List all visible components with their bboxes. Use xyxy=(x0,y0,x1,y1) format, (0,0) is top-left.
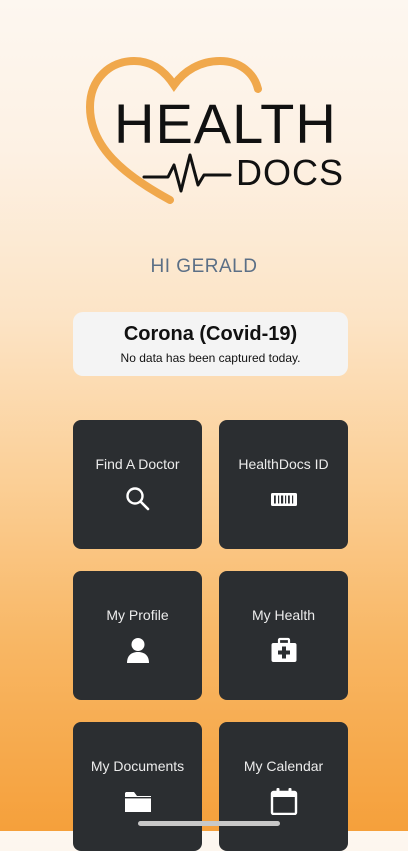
my-documents-button[interactable]: My Documents xyxy=(73,722,202,851)
folder-icon xyxy=(124,787,152,815)
medical-kit-icon xyxy=(270,636,298,664)
healthdocs-id-button[interactable]: HealthDocs ID xyxy=(219,420,348,549)
status-card-title: Corona (Covid-19) xyxy=(123,323,298,345)
id-card-icon xyxy=(270,485,298,513)
status-card-subtitle: No data has been captured today. xyxy=(120,351,301,365)
my-profile-button[interactable]: My Profile xyxy=(73,571,202,700)
user-greeting: HI GERALD xyxy=(150,256,258,277)
healthdocs-logo: HEALTH DOCS xyxy=(84,55,346,205)
home-indicator[interactable] xyxy=(138,821,280,826)
tile-label: Find A Doctor xyxy=(95,456,180,472)
calendar-icon xyxy=(270,787,298,816)
user-icon xyxy=(124,636,152,664)
my-calendar-button[interactable]: My Calendar xyxy=(219,722,348,851)
tile-label: My Calendar xyxy=(243,758,324,774)
tile-label: HealthDocs ID xyxy=(238,456,329,472)
tile-label: My Documents xyxy=(90,758,185,774)
find-a-doctor-button[interactable]: Find A Doctor xyxy=(73,420,202,549)
tile-label: My Profile xyxy=(106,607,169,623)
search-icon xyxy=(124,485,152,513)
logo-word-health: HEALTH xyxy=(114,92,337,155)
logo-word-docs: DOCS xyxy=(236,152,345,193)
tile-label: My Health xyxy=(251,607,316,623)
my-health-button[interactable]: My Health xyxy=(219,571,348,700)
covid-status-card[interactable]: Corona (Covid-19) No data has been captu… xyxy=(73,312,348,376)
